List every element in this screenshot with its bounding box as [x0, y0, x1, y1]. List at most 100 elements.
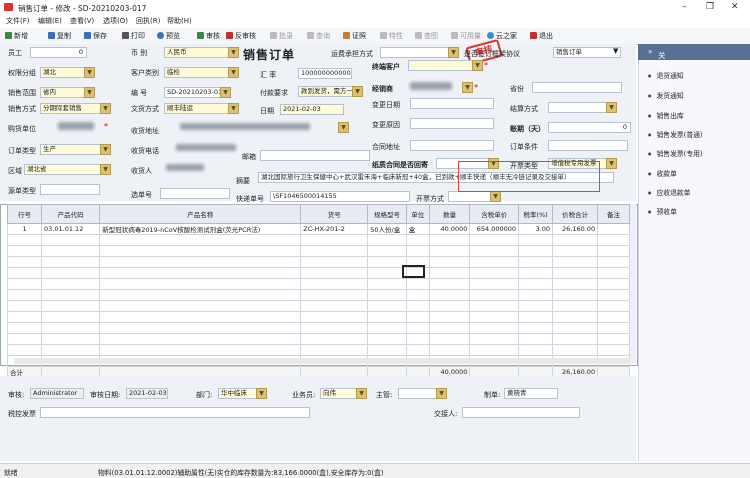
- changedate-field[interactable]: [410, 98, 494, 109]
- cell-note[interactable]: [597, 223, 630, 235]
- dealer-lookup-icon[interactable]: ▼: [462, 82, 473, 93]
- feature-button[interactable]: 特性: [380, 31, 403, 41]
- invoice-method-lookup-icon[interactable]: ▼: [490, 191, 501, 202]
- cell-total[interactable]: 26,160.00: [552, 223, 599, 235]
- approve-button[interactable]: 审核: [197, 31, 220, 41]
- preview-button[interactable]: 预览: [157, 31, 180, 41]
- cell-name[interactable]: 新型冠状病毒2019-nCoV核酸检测试剂盒(荧光PCR法): [99, 223, 302, 235]
- number-lookup-icon[interactable]: ▼: [220, 87, 231, 98]
- table-row[interactable]: [6, 311, 630, 323]
- sidebar-item-invoice-normal[interactable]: 销售发票(普通): [648, 129, 703, 139]
- courier-lookup-icon[interactable]: ▼: [228, 103, 239, 114]
- table-row[interactable]: [6, 267, 630, 279]
- cell-item-no[interactable]: ZC-HX-201-2: [300, 223, 369, 235]
- sidebar-item-delivery-notice[interactable]: 发货通知: [648, 90, 684, 100]
- table-row[interactable]: [6, 289, 630, 301]
- method-lookup-icon[interactable]: ▼: [100, 103, 111, 114]
- sidebar-item-return-notice[interactable]: 退货通知: [648, 70, 684, 80]
- horizontal-scrollbar[interactable]: [14, 358, 630, 364]
- col-header-spec[interactable]: 规格型号: [367, 204, 407, 224]
- maximize-icon[interactable]: ❐: [706, 2, 714, 12]
- minimize-icon[interactable]: –: [682, 2, 687, 12]
- range-lookup-icon[interactable]: ▼: [84, 87, 95, 98]
- staff-field[interactable]: 0: [30, 47, 87, 58]
- transfer-field[interactable]: [462, 407, 580, 418]
- col-header-line[interactable]: 行号: [6, 204, 43, 224]
- col-header-total[interactable]: 价税合计: [552, 204, 599, 224]
- cell-code[interactable]: 03.01.01.12: [41, 223, 101, 235]
- settle-field[interactable]: [548, 102, 608, 113]
- number-field[interactable]: SD-20210203-017: [164, 87, 222, 98]
- batch-button[interactable]: 批录: [270, 31, 293, 41]
- currency-field[interactable]: 人民币: [164, 47, 230, 58]
- address-lookup-icon[interactable]: ▼: [338, 122, 349, 133]
- menu-options[interactable]: 选项(O): [103, 16, 128, 26]
- table-row[interactable]: [6, 245, 630, 257]
- auditor-field[interactable]: Administrator: [30, 388, 84, 399]
- courier-field[interactable]: 顺丰陆运: [164, 103, 230, 114]
- unapprove-button[interactable]: 反审核: [226, 31, 256, 41]
- cell-spec[interactable]: 50人份/盒: [367, 223, 407, 235]
- payreq-lookup-icon[interactable]: ▼: [352, 86, 363, 97]
- term-field[interactable]: 0: [548, 122, 631, 133]
- mail-field[interactable]: [260, 150, 370, 161]
- changereason-field[interactable]: [410, 118, 494, 129]
- copy-button[interactable]: 复制: [48, 31, 71, 41]
- invoice-type-lookup-icon[interactable]: ▼: [606, 158, 617, 169]
- table-row[interactable]: [6, 300, 630, 312]
- table-row[interactable]: [6, 322, 630, 334]
- menu-view[interactable]: 查看(V): [70, 16, 94, 26]
- close-icon[interactable]: ✕: [731, 2, 739, 12]
- col-header-unit[interactable]: 单位: [405, 204, 430, 224]
- save-button[interactable]: 保存: [84, 31, 107, 41]
- province-field[interactable]: [532, 82, 622, 93]
- region-field[interactable]: 湖北省: [24, 164, 102, 175]
- custtype-lookup-icon[interactable]: ▼: [228, 67, 239, 78]
- cell-qty[interactable]: 40.0000: [428, 223, 471, 235]
- new-button[interactable]: 新增: [5, 31, 28, 41]
- exit-button[interactable]: 退出: [530, 31, 553, 41]
- contract-addr-field[interactable]: [410, 140, 494, 151]
- chevron-down-icon[interactable]: ▼: [613, 47, 618, 55]
- supervisor-field[interactable]: [398, 388, 438, 399]
- cell-line[interactable]: 1: [6, 223, 43, 235]
- supervisor-lookup-icon[interactable]: ▼: [436, 388, 447, 399]
- sidebar-item-advance[interactable]: 预收单: [648, 206, 677, 216]
- salesman-lookup-icon[interactable]: ▼: [356, 388, 367, 399]
- currency-lookup-icon[interactable]: ▼: [228, 47, 239, 58]
- menu-file[interactable]: 文件(F): [6, 16, 30, 26]
- table-row[interactable]: [6, 344, 630, 356]
- terminal-lookup-icon[interactable]: ▼: [472, 60, 483, 71]
- express-field[interactable]: \SF1046500014155: [270, 191, 410, 202]
- col-header-price[interactable]: 含税单价: [469, 204, 520, 224]
- transport-lookup-icon[interactable]: ▼: [448, 47, 459, 58]
- ordertype-field[interactable]: 生产: [40, 144, 102, 155]
- available-qty-button[interactable]: 可用量: [451, 31, 481, 41]
- terminal-field[interactable]: [408, 60, 474, 71]
- rate-field[interactable]: 1000000000000: [298, 68, 352, 79]
- sidebar-item-refund[interactable]: 应收退款单: [648, 187, 691, 197]
- payreq-field[interactable]: 款到发货，需方一次100%付: [298, 86, 354, 97]
- col-header-note[interactable]: 备注: [597, 204, 630, 224]
- vertical-scrollbar[interactable]: [630, 204, 636, 364]
- custtype-field[interactable]: 临检: [164, 67, 230, 78]
- selected-cell[interactable]: [402, 265, 425, 278]
- col-header-name[interactable]: 产品名称: [99, 204, 302, 224]
- col-header-tax[interactable]: 税率(%): [518, 204, 554, 224]
- date-field[interactable]: 2021-02-03: [280, 104, 344, 115]
- menu-edit[interactable]: 编辑(E): [38, 16, 62, 26]
- region-lookup-icon[interactable]: ▼: [100, 164, 111, 175]
- taxinv-field[interactable]: [40, 407, 310, 418]
- query-button[interactable]: 查询: [307, 31, 330, 41]
- sidebar-item-sales-outbound[interactable]: 销售出库: [648, 110, 684, 120]
- auditdate-field[interactable]: 2021-02-03: [126, 388, 168, 399]
- license-button[interactable]: 证照: [343, 31, 366, 41]
- ordertype-lookup-icon[interactable]: ▼: [100, 144, 111, 155]
- table-row[interactable]: [6, 234, 630, 246]
- doctype-select[interactable]: 销售订单: [553, 47, 621, 58]
- maker-field[interactable]: 黄晓青: [504, 388, 558, 399]
- dept-lookup-icon[interactable]: ▼: [256, 388, 267, 399]
- col-header-qty[interactable]: 数量: [428, 204, 471, 224]
- invoice-method-field[interactable]: [448, 191, 492, 202]
- perm-field[interactable]: 湖北: [40, 67, 86, 78]
